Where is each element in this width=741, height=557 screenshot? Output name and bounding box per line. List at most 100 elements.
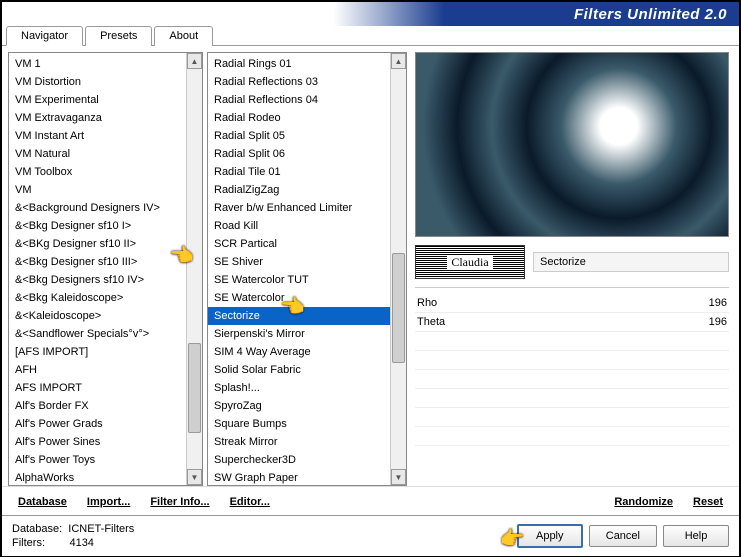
list-item[interactable]: Streak Mirror <box>208 433 406 451</box>
list-item[interactable]: Solid Solar Fabric <box>208 361 406 379</box>
list-item[interactable]: VM Natural <box>9 145 202 163</box>
link-bar: Database Import... Filter Info... Editor… <box>2 486 739 515</box>
list-item[interactable]: [AFS IMPORT] <box>9 343 202 361</box>
right-pane: Claudia Sectorize Rho196Theta196 <box>411 52 733 486</box>
main-content: VM 1VM DistortionVM ExperimentalVM Extra… <box>2 46 739 486</box>
database-link[interactable]: Database <box>10 493 75 511</box>
tab-presets[interactable]: Presets <box>85 26 152 46</box>
list-item[interactable]: SpyroZag <box>208 397 406 415</box>
list-item[interactable]: SCR Partical <box>208 235 406 253</box>
author-name: Claudia <box>447 255 492 270</box>
list-item[interactable]: Raver b/w Enhanced Limiter <box>208 199 406 217</box>
list-item[interactable]: VM Toolbox <box>9 163 202 181</box>
category-list[interactable]: VM 1VM DistortionVM ExperimentalVM Extra… <box>9 53 202 485</box>
list-item[interactable]: Road Kill <box>208 217 406 235</box>
current-filter-name: Sectorize <box>533 252 729 272</box>
list-item[interactable]: SIM 4 Way Average <box>208 343 406 361</box>
param-row-empty <box>415 389 729 408</box>
list-item[interactable]: Radial Rodeo <box>208 109 406 127</box>
reset-link[interactable]: Reset <box>685 493 731 511</box>
param-row-empty <box>415 332 729 351</box>
list-item[interactable]: Radial Split 06 <box>208 145 406 163</box>
import-link[interactable]: Import... <box>79 493 138 511</box>
list-item[interactable]: Alf's Border FX <box>9 397 202 415</box>
list-item[interactable]: Square Bumps <box>208 415 406 433</box>
list-item[interactable]: SW Graph Paper <box>208 469 406 485</box>
list-item[interactable]: Radial Reflections 03 <box>208 73 406 91</box>
list-item[interactable]: RadialZigZag <box>208 181 406 199</box>
scroll-thumb[interactable] <box>392 253 405 363</box>
parameter-panel: Rho196Theta196 <box>415 287 729 446</box>
list-item[interactable]: VM 1 <box>9 55 202 73</box>
tab-navigator[interactable]: Navigator <box>6 26 83 46</box>
list-item[interactable]: Radial Split 05 <box>208 127 406 145</box>
info-bar: Claudia Sectorize <box>415 243 729 281</box>
list-item[interactable]: AFS IMPORT <box>9 379 202 397</box>
list-item[interactable]: Radial Tile 01 <box>208 163 406 181</box>
category-scrollbar[interactable]: ▲ ▼ <box>186 53 202 485</box>
footer: Database: ICNET-Filters Filters: 4134 👉 … <box>2 515 739 556</box>
list-item[interactable]: Alf's Power Sines <box>9 433 202 451</box>
db-label: Database: <box>12 523 62 535</box>
filters-label: Filters: <box>12 537 45 549</box>
param-row-empty <box>415 370 729 389</box>
list-item[interactable]: SE Watercolor TUT <box>208 271 406 289</box>
list-item[interactable]: VM Extravaganza <box>9 109 202 127</box>
list-item[interactable]: SE Shiver <box>208 253 406 271</box>
apply-button[interactable]: Apply <box>517 524 583 548</box>
db-value: ICNET-Filters <box>68 523 134 535</box>
list-item[interactable]: AFH <box>9 361 202 379</box>
list-item[interactable]: Sierpenski's Mirror <box>208 325 406 343</box>
param-row[interactable]: Rho196 <box>415 294 729 313</box>
param-label: Theta <box>417 316 687 328</box>
param-row-empty <box>415 408 729 427</box>
list-item[interactable]: &<Bkg Kaleidoscope> <box>9 289 202 307</box>
list-item[interactable]: Sectorize <box>208 307 406 325</box>
title-bar: Filters Unlimited 2.0 <box>2 2 739 26</box>
list-item[interactable]: SE Watercolor <box>208 289 406 307</box>
scroll-up-icon[interactable]: ▲ <box>391 53 406 69</box>
cancel-button[interactable]: Cancel <box>589 525 657 547</box>
list-item[interactable]: Radial Reflections 04 <box>208 91 406 109</box>
tab-strip: Navigator Presets About <box>2 25 739 46</box>
author-logo: Claudia <box>415 245 525 279</box>
param-row-empty <box>415 427 729 446</box>
list-item[interactable]: AlphaWorks <box>9 469 202 485</box>
param-row[interactable]: Theta196 <box>415 313 729 332</box>
list-item[interactable]: Radial Rings 01 <box>208 55 406 73</box>
filter-list[interactable]: Radial Rings 01Radial Reflections 03Radi… <box>208 53 406 485</box>
param-value: 196 <box>687 316 727 328</box>
scroll-down-icon[interactable]: ▼ <box>391 469 406 485</box>
filter-info-link[interactable]: Filter Info... <box>142 493 217 511</box>
editor-link[interactable]: Editor... <box>222 493 278 511</box>
filters-count: 4134 <box>69 537 93 549</box>
param-row-empty <box>415 351 729 370</box>
list-item[interactable]: VM Distortion <box>9 73 202 91</box>
list-item[interactable]: &<Kaleidoscope> <box>9 307 202 325</box>
list-item[interactable]: Superchecker3D <box>208 451 406 469</box>
filter-list-wrap: Radial Rings 01Radial Reflections 03Radi… <box>207 52 407 486</box>
list-item[interactable]: &<Background Designers IV> <box>9 199 202 217</box>
app-title: Filters Unlimited 2.0 <box>574 6 727 23</box>
category-list-wrap: VM 1VM DistortionVM ExperimentalVM Extra… <box>8 52 203 486</box>
list-item[interactable]: Alf's Power Grads <box>9 415 202 433</box>
list-item[interactable]: Alf's Power Toys <box>9 451 202 469</box>
list-item[interactable]: Splash!... <box>208 379 406 397</box>
filter-scrollbar[interactable]: ▲ ▼ <box>390 53 406 485</box>
list-item[interactable]: &<Bkg Designer sf10 III> <box>9 253 202 271</box>
list-item[interactable]: VM <box>9 181 202 199</box>
list-item[interactable]: VM Experimental <box>9 91 202 109</box>
list-item[interactable]: &<Sandflower Specials°v°> <box>9 325 202 343</box>
scroll-up-icon[interactable]: ▲ <box>187 53 202 69</box>
randomize-link[interactable]: Randomize <box>606 493 681 511</box>
list-item[interactable]: &<Bkg Designer sf10 I> <box>9 217 202 235</box>
scroll-thumb[interactable] <box>188 343 201 433</box>
footer-meta: Database: ICNET-Filters Filters: 4134 <box>12 522 486 550</box>
list-item[interactable]: &<BKg Designer sf10 II> <box>9 235 202 253</box>
list-item[interactable]: &<Bkg Designers sf10 IV> <box>9 271 202 289</box>
tab-about[interactable]: About <box>154 26 213 46</box>
param-value: 196 <box>687 297 727 309</box>
help-button[interactable]: Help <box>663 525 729 547</box>
scroll-down-icon[interactable]: ▼ <box>187 469 202 485</box>
list-item[interactable]: VM Instant Art <box>9 127 202 145</box>
